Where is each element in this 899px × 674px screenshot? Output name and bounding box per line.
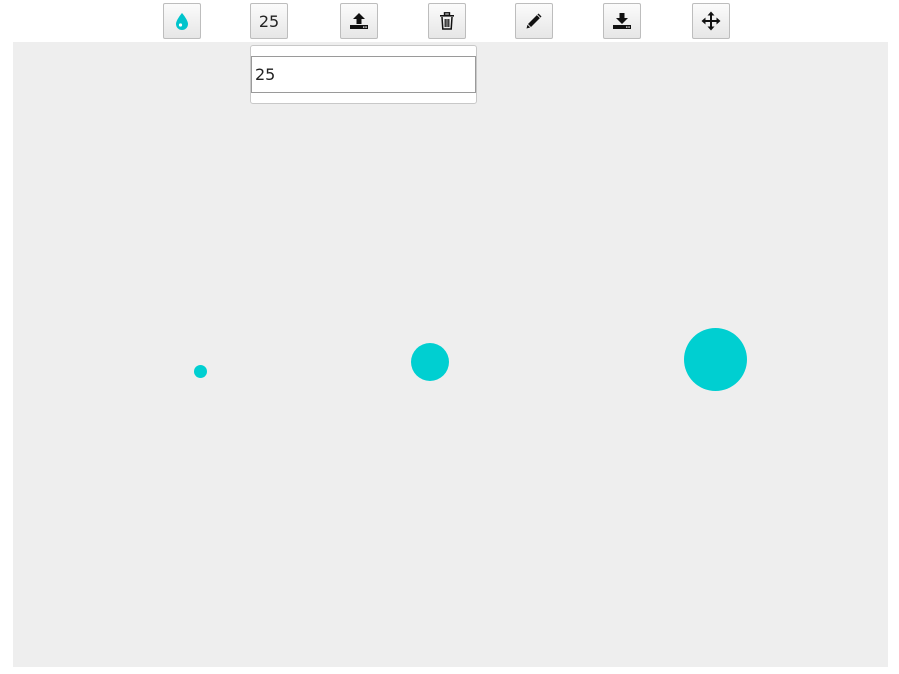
move-button[interactable] <box>692 3 730 39</box>
size-button-label: 25 <box>258 11 280 31</box>
move-arrows-icon <box>701 11 721 31</box>
circle-small[interactable] <box>194 365 207 378</box>
delete-button[interactable] <box>428 3 466 39</box>
circle-large[interactable] <box>684 328 747 391</box>
size-button[interactable]: 25 <box>250 3 288 39</box>
pencil-icon <box>525 12 543 30</box>
trash-icon <box>439 12 455 30</box>
upload-button[interactable] <box>340 3 378 39</box>
size-popup <box>250 45 477 104</box>
droplet-icon <box>175 12 189 30</box>
edit-button[interactable] <box>515 3 553 39</box>
drawing-canvas[interactable] <box>13 42 888 667</box>
color-button[interactable] <box>163 3 201 39</box>
circle-medium[interactable] <box>411 343 449 381</box>
upload-icon <box>349 12 369 30</box>
toolbar: 25 <box>0 0 899 42</box>
size-input[interactable] <box>251 56 476 93</box>
download-button[interactable] <box>603 3 641 39</box>
download-icon <box>612 12 632 30</box>
